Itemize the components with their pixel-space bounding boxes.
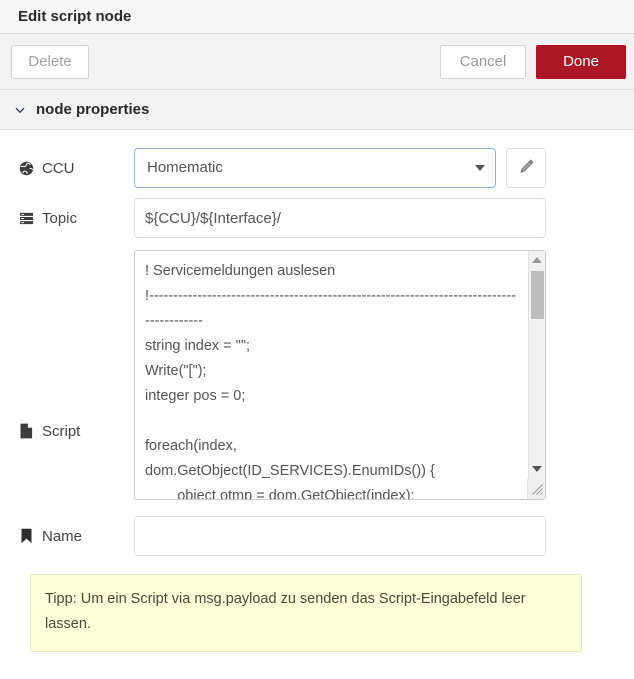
script-label: Script (18, 250, 134, 500)
script-label-text: Script (42, 422, 81, 440)
ccu-label: CCU (18, 148, 134, 188)
name-label-text: Name (42, 527, 83, 545)
cancel-button[interactable]: Cancel (440, 45, 526, 79)
done-button[interactable]: Done (536, 45, 626, 79)
topic-label-text: Topic (42, 209, 78, 227)
form-row-script: Script ! Servicemeldungen auslesen !----… (0, 250, 634, 500)
form-row-ccu: CCU Homematic (0, 148, 634, 188)
ccu-label-text: CCU (42, 159, 75, 177)
scrollbar-thumb[interactable] (531, 271, 544, 319)
delete-button[interactable]: Delete (11, 45, 89, 79)
form-row-name: Name (0, 516, 634, 556)
name-input[interactable] (134, 516, 546, 556)
chevron-down-icon (13, 103, 27, 117)
resize-grip-icon[interactable] (527, 479, 545, 499)
scroll-up-arrow-icon[interactable] (529, 251, 545, 268)
topic-label: Topic (18, 198, 134, 238)
globe-icon (18, 161, 35, 176)
node-properties-form: CCU Homematic Topic ${CCU}/${Interface}/… (0, 148, 634, 652)
bookmark-icon (18, 528, 35, 544)
node-properties-label: node properties (36, 101, 150, 118)
form-row-topic: Topic (0, 198, 634, 238)
script-scrollbar[interactable] (528, 251, 545, 499)
file-icon (18, 423, 35, 439)
script-editor-wrapper: ! Servicemeldungen auslesen !-----------… (134, 250, 546, 500)
topic-input[interactable] (134, 198, 546, 238)
dialog-button-bar: Delete Cancel Done (0, 33, 634, 90)
ccu-edit-button[interactable] (506, 148, 546, 188)
pencil-icon (518, 158, 535, 178)
node-properties-section-header[interactable]: node properties (0, 90, 634, 130)
list-bars-icon (18, 211, 35, 226)
dialog-title: Edit script node (0, 0, 634, 33)
ccu-select-wrapper: Homematic (134, 148, 496, 188)
ccu-select[interactable]: Homematic (134, 148, 496, 188)
script-textarea[interactable]: ! Servicemeldungen auslesen !-----------… (134, 250, 546, 500)
name-label: Name (18, 516, 134, 556)
scroll-down-arrow-icon[interactable] (529, 460, 545, 477)
tip-box: Tipp: Um ein Script via msg.payload zu s… (30, 574, 582, 652)
